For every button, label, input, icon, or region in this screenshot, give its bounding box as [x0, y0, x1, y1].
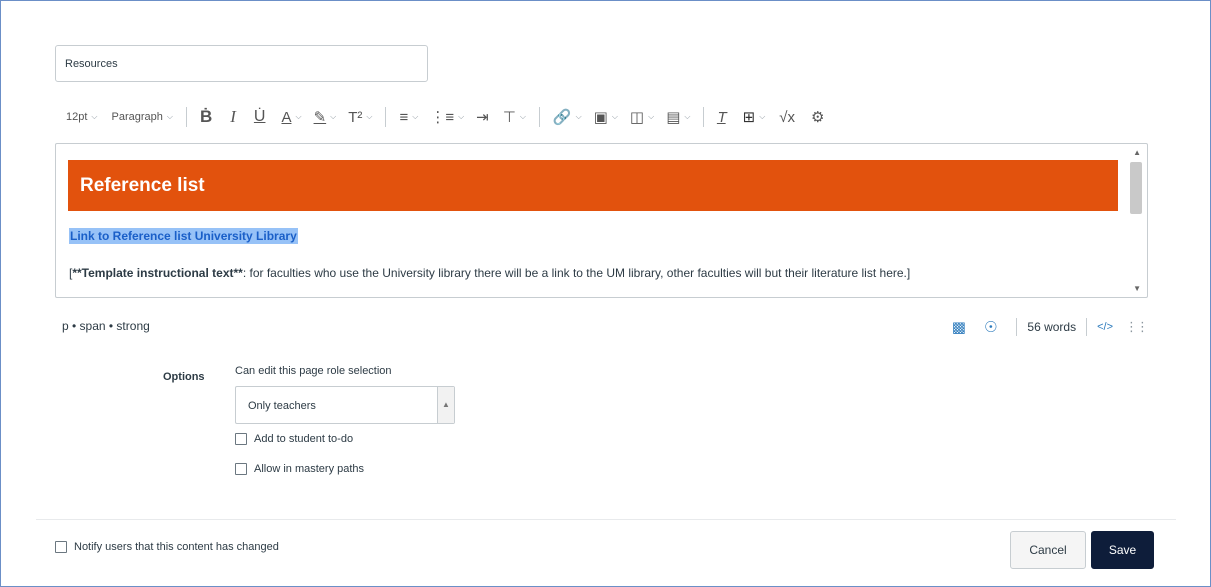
align-icon: ≡	[399, 108, 409, 126]
font-size-dropdown[interactable]: 12pt ⌵	[62, 104, 102, 130]
toolbar-divider	[703, 107, 705, 127]
instructional-text-bold: **Template instructional text**	[72, 266, 243, 280]
image-icon: ▣	[593, 109, 608, 126]
role-selection-label: Can edit this page role selection	[235, 365, 392, 377]
media-icon: ◫	[629, 109, 645, 126]
chevron-down-icon: ⌵	[166, 112, 173, 121]
resize-handle-icon[interactable]: ⋮⋮	[1125, 319, 1149, 335]
scroll-up-icon[interactable]: ▲	[1133, 148, 1141, 157]
toolbar-divider	[538, 107, 540, 127]
chevron-down-icon: ⌵	[295, 112, 302, 121]
chevron-down-icon: ⌵	[330, 112, 337, 121]
clear-formatting-icon: ⊤	[502, 109, 516, 126]
lti-tools-icon: ⚙	[811, 109, 825, 126]
reference-list-link[interactable]: Link to Reference list University Librar…	[69, 228, 298, 244]
font-size-value: 12pt	[66, 111, 88, 123]
scroll-thumb[interactable]	[1130, 162, 1142, 214]
highlight-icon: ✎	[313, 109, 327, 126]
word-count[interactable]: 56 words	[1027, 320, 1076, 334]
chevron-down-icon: ⌵	[611, 112, 618, 121]
notify-users-option[interactable]: Notify users that this content has chang…	[55, 541, 279, 553]
editor-status-bar: ▩ ☉ 56 words </> ⋮⋮	[943, 315, 1149, 339]
chevron-down-icon: ⌵	[648, 112, 655, 121]
page-title-input[interactable]	[55, 45, 428, 82]
lti-tools-button[interactable]: ⚙	[807, 104, 828, 130]
notify-users-label: Notify users that this content has chang…	[74, 541, 279, 553]
chevron-down-icon: ⌵	[519, 112, 526, 121]
chevron-down-icon: ⌵	[91, 112, 98, 121]
mastery-paths-label: Allow in mastery paths	[254, 463, 365, 475]
footer-divider	[36, 519, 1176, 520]
table-button[interactable]: ⊞ ⌵	[739, 104, 770, 130]
editor-toolbar: 12pt ⌵ Paragraph ⌵ Ḃ I U̇ A ⌵ ✎ ⌵ T² ⌵ ≡ ⌵ …	[62, 102, 1142, 132]
block-format-value: Paragraph	[111, 111, 163, 123]
superscript-icon: T²	[348, 108, 363, 126]
toolbar-divider	[385, 107, 387, 127]
select-arrow-icon[interactable]: ▲	[437, 387, 454, 423]
list-button[interactable]: ⋮≡ ⌵	[426, 104, 468, 130]
status-divider	[1016, 318, 1018, 336]
table-icon: ⊞	[742, 109, 756, 126]
status-divider	[1086, 318, 1088, 336]
remove-format-icon: T̲	[717, 108, 727, 126]
role-select-value: Only teachers	[248, 400, 316, 412]
chevron-down-icon: ⌵	[458, 112, 465, 121]
bold-icon: Ḃ	[199, 107, 213, 126]
chevron-down-icon: ⌵	[759, 112, 766, 121]
instructional-text: [**Template instructional text**: for fa…	[69, 262, 1119, 284]
document-icon: ▤	[666, 109, 681, 126]
equation-button[interactable]: √x	[775, 104, 799, 130]
chevron-down-icon: ⌵	[366, 112, 373, 121]
reference-list-banner: Reference list	[68, 160, 1118, 211]
align-button[interactable]: ≡ ⌵	[395, 104, 422, 130]
media-button[interactable]: ◫ ⌵	[626, 104, 658, 130]
text-color-button[interactable]: A ⌵	[277, 104, 305, 130]
superscript-button[interactable]: T² ⌵	[344, 104, 376, 130]
toolbar-divider	[185, 107, 187, 127]
mastery-paths-option[interactable]: Allow in mastery paths	[235, 463, 364, 475]
student-todo-option[interactable]: Add to student to-do	[235, 433, 353, 445]
role-select[interactable]: Only teachers ▲	[235, 386, 455, 424]
list-icon: ⋮≡	[430, 109, 455, 126]
underline-button[interactable]: U̇	[250, 104, 270, 130]
chevron-down-icon: ⌵	[684, 112, 691, 121]
highlight-color-button[interactable]: ✎ ⌵	[310, 104, 341, 130]
keyboard-shortcuts-icon[interactable]: ▩	[952, 318, 966, 336]
html-editor-toggle[interactable]: </>	[1097, 321, 1113, 333]
text-color-icon: A	[281, 108, 292, 126]
save-button[interactable]: Save	[1091, 531, 1154, 569]
scroll-down-icon[interactable]: ▼	[1133, 284, 1141, 293]
link-icon: 🔗	[552, 109, 572, 126]
accessibility-checker-icon[interactable]: ☉	[984, 318, 997, 336]
cancel-button[interactable]: Cancel	[1010, 531, 1086, 569]
rich-content-editor[interactable]: Reference list Link to Reference list Un…	[55, 143, 1148, 298]
student-todo-label: Add to student to-do	[254, 433, 354, 445]
mastery-paths-checkbox[interactable]	[235, 463, 247, 475]
italic-button[interactable]: I	[226, 104, 240, 130]
clear-formatting-button[interactable]: ⊤ ⌵	[499, 104, 530, 130]
instructional-text-rest: : for faculties who use the University l…	[242, 266, 911, 280]
equation-icon: √x	[779, 108, 796, 126]
link-button[interactable]: 🔗 ⌵	[549, 104, 586, 130]
element-path[interactable]: p • span • strong	[62, 319, 150, 333]
indent-button[interactable]: ⇥	[472, 104, 493, 130]
student-todo-checkbox[interactable]	[235, 433, 247, 445]
chevron-down-icon: ⌵	[412, 112, 419, 121]
document-button[interactable]: ▤ ⌵	[662, 104, 694, 130]
remove-format-button[interactable]: T̲	[713, 104, 730, 130]
indent-icon: ⇥	[476, 109, 489, 126]
underline-icon: U̇	[253, 108, 266, 125]
options-label: Options	[163, 371, 205, 383]
bold-button[interactable]: Ḃ	[196, 104, 216, 130]
chevron-down-icon: ⌵	[575, 112, 582, 121]
editor-scrollbar[interactable]: ▲ ▼	[1130, 144, 1145, 297]
notify-users-checkbox[interactable]	[55, 541, 67, 553]
block-format-dropdown[interactable]: Paragraph ⌵	[108, 104, 177, 130]
image-button[interactable]: ▣ ⌵	[590, 104, 622, 130]
italic-icon: I	[230, 107, 236, 126]
